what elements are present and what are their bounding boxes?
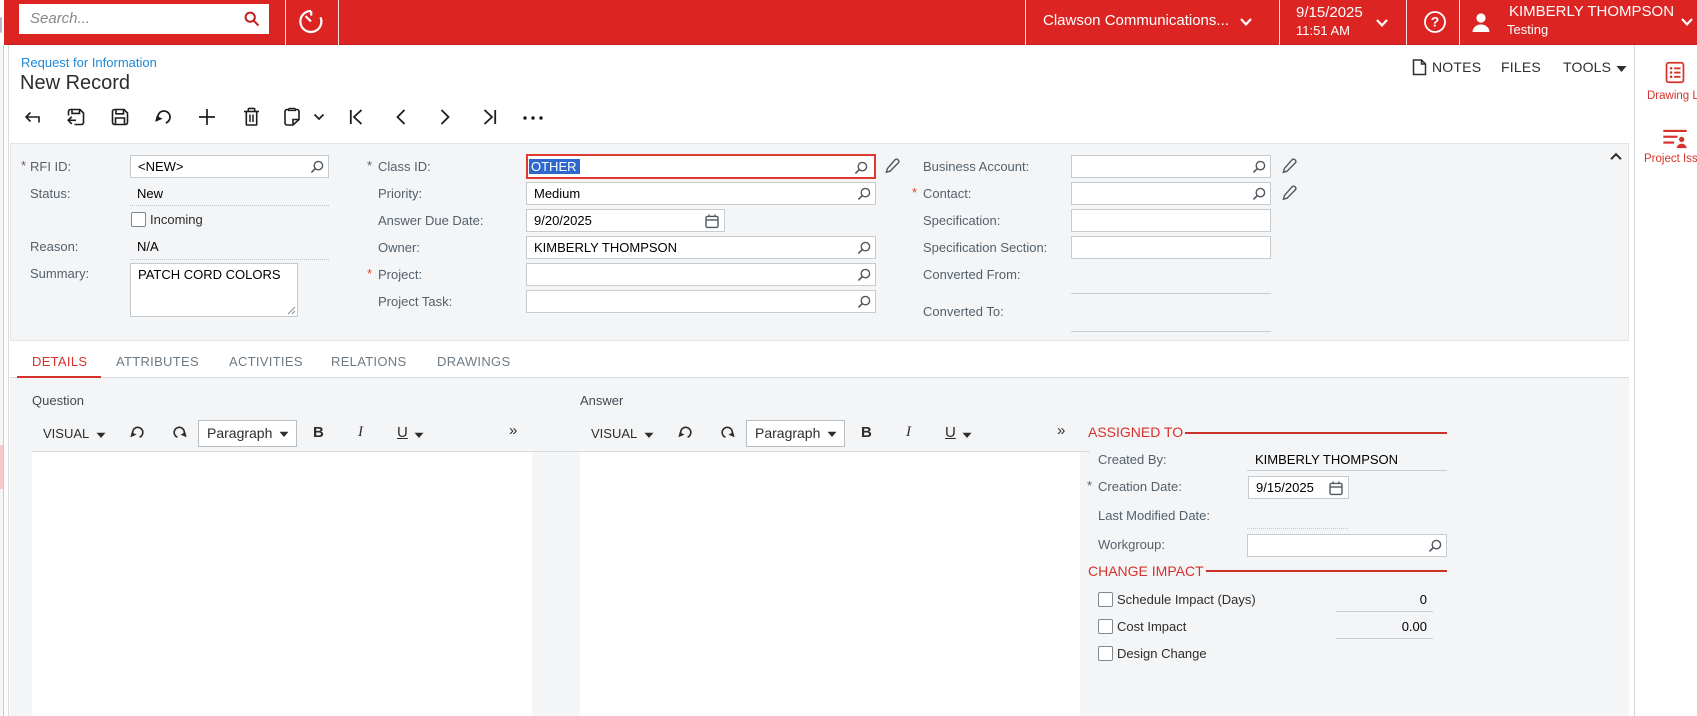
svg-text:?: ? (1431, 14, 1440, 30)
